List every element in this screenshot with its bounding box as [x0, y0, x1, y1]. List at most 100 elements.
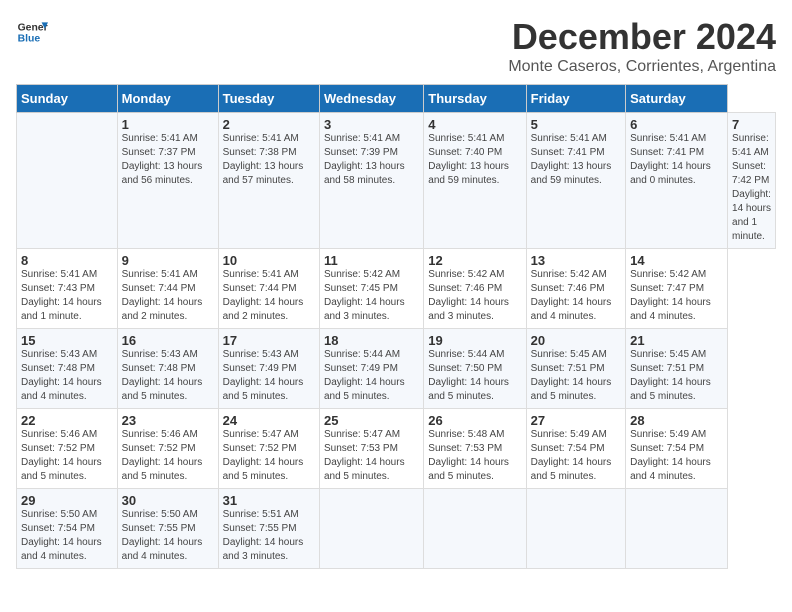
day-cell [526, 489, 625, 569]
day-cell: 9Sunrise: 5:41 AM Sunset: 7:44 PM Daylig… [117, 249, 218, 329]
week-row-1: 8Sunrise: 5:41 AM Sunset: 7:43 PM Daylig… [17, 249, 776, 329]
day-number: 17 [223, 333, 315, 348]
day-info: Sunrise: 5:41 AM Sunset: 7:42 PM Dayligh… [732, 132, 771, 244]
day-number: 18 [324, 333, 419, 348]
day-cell: 11Sunrise: 5:42 AM Sunset: 7:45 PM Dayli… [319, 249, 423, 329]
location-subtitle: Monte Caseros, Corrientes, Argentina [508, 58, 776, 76]
day-cell: 18Sunrise: 5:44 AM Sunset: 7:49 PM Dayli… [319, 329, 423, 409]
day-cell: 26Sunrise: 5:48 AM Sunset: 7:53 PM Dayli… [424, 409, 526, 489]
day-info: Sunrise: 5:42 AM Sunset: 7:46 PM Dayligh… [531, 268, 621, 324]
day-cell: 25Sunrise: 5:47 AM Sunset: 7:53 PM Dayli… [319, 409, 423, 489]
day-info: Sunrise: 5:41 AM Sunset: 7:41 PM Dayligh… [630, 132, 723, 188]
day-number: 23 [122, 413, 214, 428]
day-info: Sunrise: 5:42 AM Sunset: 7:46 PM Dayligh… [428, 268, 521, 324]
day-cell: 1Sunrise: 5:41 AM Sunset: 7:37 PM Daylig… [117, 113, 218, 249]
day-cell: 21Sunrise: 5:45 AM Sunset: 7:51 PM Dayli… [626, 329, 728, 409]
col-header-thursday: Thursday [424, 85, 526, 113]
day-number: 10 [223, 253, 315, 268]
day-info: Sunrise: 5:41 AM Sunset: 7:44 PM Dayligh… [122, 268, 214, 324]
day-cell: 10Sunrise: 5:41 AM Sunset: 7:44 PM Dayli… [218, 249, 319, 329]
day-info: Sunrise: 5:42 AM Sunset: 7:47 PM Dayligh… [630, 268, 723, 324]
day-cell: 30Sunrise: 5:50 AM Sunset: 7:55 PM Dayli… [117, 489, 218, 569]
day-info: Sunrise: 5:43 AM Sunset: 7:48 PM Dayligh… [21, 348, 113, 404]
day-cell: 5Sunrise: 5:41 AM Sunset: 7:41 PM Daylig… [526, 113, 625, 249]
day-number: 1 [122, 117, 214, 132]
col-header-wednesday: Wednesday [319, 85, 423, 113]
day-cell: 12Sunrise: 5:42 AM Sunset: 7:46 PM Dayli… [424, 249, 526, 329]
day-info: Sunrise: 5:47 AM Sunset: 7:53 PM Dayligh… [324, 428, 419, 484]
day-cell: 24Sunrise: 5:47 AM Sunset: 7:52 PM Dayli… [218, 409, 319, 489]
day-number: 6 [630, 117, 723, 132]
day-info: Sunrise: 5:41 AM Sunset: 7:41 PM Dayligh… [531, 132, 621, 188]
day-number: 5 [531, 117, 621, 132]
day-info: Sunrise: 5:41 AM Sunset: 7:39 PM Dayligh… [324, 132, 419, 188]
day-cell: 22Sunrise: 5:46 AM Sunset: 7:52 PM Dayli… [17, 409, 118, 489]
title-area: December 2024 Monte Caseros, Corrientes,… [508, 16, 776, 76]
day-number: 22 [21, 413, 113, 428]
day-number: 21 [630, 333, 723, 348]
day-cell: 3Sunrise: 5:41 AM Sunset: 7:39 PM Daylig… [319, 113, 423, 249]
day-info: Sunrise: 5:45 AM Sunset: 7:51 PM Dayligh… [531, 348, 621, 404]
day-number: 31 [223, 493, 315, 508]
day-info: Sunrise: 5:41 AM Sunset: 7:43 PM Dayligh… [21, 268, 113, 324]
day-info: Sunrise: 5:49 AM Sunset: 7:54 PM Dayligh… [630, 428, 723, 484]
day-number: 7 [732, 117, 771, 132]
day-info: Sunrise: 5:41 AM Sunset: 7:37 PM Dayligh… [122, 132, 214, 188]
col-header-monday: Monday [117, 85, 218, 113]
day-info: Sunrise: 5:41 AM Sunset: 7:44 PM Dayligh… [223, 268, 315, 324]
col-header-sunday: Sunday [17, 85, 118, 113]
col-header-saturday: Saturday [626, 85, 728, 113]
day-number: 2 [223, 117, 315, 132]
day-cell: 7Sunrise: 5:41 AM Sunset: 7:42 PM Daylig… [728, 113, 776, 249]
week-row-3: 22 Sunrise: 5:46 AM Sunset: 7:52 PM Dayli… [17, 409, 776, 489]
day-number: 11 [324, 253, 419, 268]
day-cell: 2Sunrise: 5:41 AM Sunset: 7:38 PM Daylig… [218, 113, 319, 249]
day-info: Sunrise: 5:46 AM Sunset: 7:52 PM Dayligh… [122, 428, 214, 484]
day-cell: 28Sunrise: 5:49 AM Sunset: 7:54 PM Dayli… [626, 409, 728, 489]
day-number: 9 [122, 253, 214, 268]
day-info: Sunrise: 5:47 AM Sunset: 7:52 PM Dayligh… [223, 428, 315, 484]
day-number: 15 [21, 333, 113, 348]
col-header-friday: Friday [526, 85, 625, 113]
day-info: Sunrise: 5:42 AM Sunset: 7:45 PM Dayligh… [324, 268, 419, 324]
day-info: Sunrise: 5:45 AM Sunset: 7:51 PM Dayligh… [630, 348, 723, 404]
day-cell [319, 489, 423, 569]
day-number: 8 [21, 253, 113, 268]
column-headers: SundayMondayTuesdayWednesdayThursdayFrid… [17, 85, 776, 113]
col-header-tuesday: Tuesday [218, 85, 319, 113]
day-cell: 29Sunrise: 5:50 AM Sunset: 7:54 PM Dayli… [17, 489, 118, 569]
day-cell: 17Sunrise: 5:43 AM Sunset: 7:49 PM Dayli… [218, 329, 319, 409]
day-info: Sunrise: 5:41 AM Sunset: 7:38 PM Dayligh… [223, 132, 315, 188]
day-cell: 14Sunrise: 5:42 AM Sunset: 7:47 PM Dayli… [626, 249, 728, 329]
day-cell: 16Sunrise: 5:43 AM Sunset: 7:48 PM Dayli… [117, 329, 218, 409]
day-cell: 6Sunrise: 5:41 AM Sunset: 7:41 PM Daylig… [626, 113, 728, 249]
day-info: Sunrise: 5:44 AM Sunset: 7:50 PM Dayligh… [428, 348, 521, 404]
day-number: 24 [223, 413, 315, 428]
day-number: 28 [630, 413, 723, 428]
day-cell: 8Sunrise: 5:41 AM Sunset: 7:43 PM Daylig… [17, 249, 118, 329]
day-number: 12 [428, 253, 521, 268]
svg-text:Blue: Blue [18, 34, 41, 45]
day-number: 26 [428, 413, 521, 428]
day-number: 27 [531, 413, 621, 428]
calendar-table: SundayMondayTuesdayWednesdayThursdayFrid… [16, 84, 776, 569]
day-cell [424, 489, 526, 569]
day-cell: 15Sunrise: 5:43 AM Sunset: 7:48 PM Dayli… [17, 329, 118, 409]
day-cell: 27Sunrise: 5:49 AM Sunset: 7:54 PM Dayli… [526, 409, 625, 489]
day-info: Sunrise: 5:43 AM Sunset: 7:48 PM Dayligh… [122, 348, 214, 404]
day-number: 13 [531, 253, 621, 268]
day-cell: 23Sunrise: 5:46 AM Sunset: 7:52 PM Dayli… [117, 409, 218, 489]
day-number: 14 [630, 253, 723, 268]
day-cell [17, 113, 118, 249]
calendar-body: 1Sunrise: 5:41 AM Sunset: 7:37 PM Daylig… [17, 113, 776, 569]
day-info: Sunrise: 5:50 AM Sunset: 7:55 PM Dayligh… [122, 508, 214, 564]
week-row-2: 15Sunrise: 5:43 AM Sunset: 7:48 PM Dayli… [17, 329, 776, 409]
day-info: Sunrise: 5:49 AM Sunset: 7:54 PM Dayligh… [531, 428, 621, 484]
day-number: 25 [324, 413, 419, 428]
day-number: 16 [122, 333, 214, 348]
month-title: December 2024 [508, 16, 776, 58]
day-cell: 19Sunrise: 5:44 AM Sunset: 7:50 PM Dayli… [424, 329, 526, 409]
day-number: 4 [428, 117, 521, 132]
day-cell [626, 489, 728, 569]
day-cell: 31Sunrise: 5:51 AM Sunset: 7:55 PM Dayli… [218, 489, 319, 569]
